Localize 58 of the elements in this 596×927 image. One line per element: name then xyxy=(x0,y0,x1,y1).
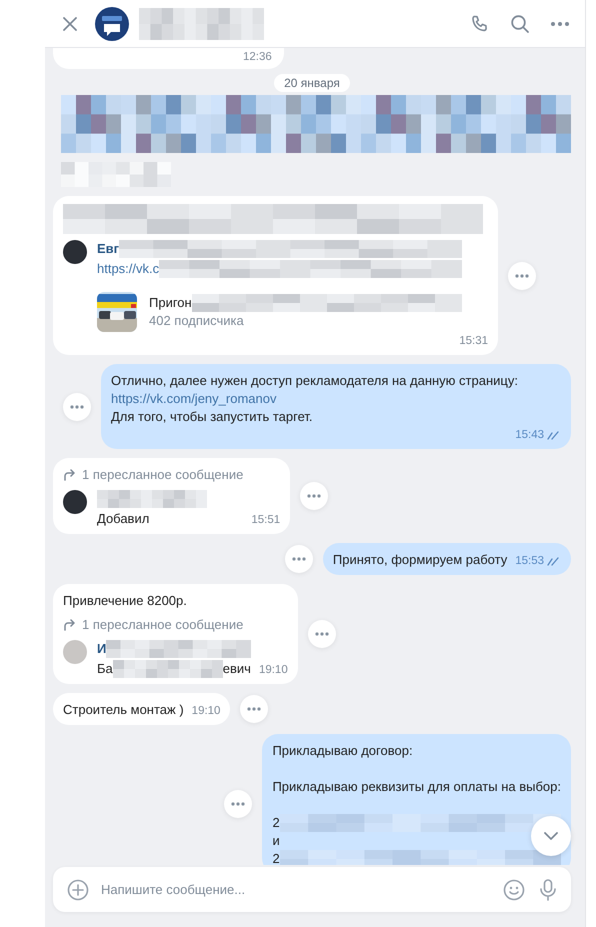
message-text: 2 xyxy=(272,850,280,865)
message-input-field[interactable]: Напишите сообщение... xyxy=(53,867,571,912)
smiley-icon xyxy=(503,878,525,900)
attach-button[interactable] xyxy=(65,876,91,902)
message-text: Прикладываю договор: xyxy=(272,742,413,760)
message-time: 19:10 xyxy=(258,663,288,678)
more-icon xyxy=(515,274,529,278)
message-text: Принято, формируем работу xyxy=(332,551,508,569)
message-actions-button[interactable] xyxy=(508,262,536,290)
message-actions-button[interactable] xyxy=(63,392,91,420)
message-actions-button[interactable] xyxy=(240,695,268,723)
forwarded-label: 1 пересланное сообщение xyxy=(82,466,244,484)
more-icon xyxy=(231,802,246,806)
message-actions-button[interactable] xyxy=(308,620,336,648)
microphone-icon xyxy=(539,878,557,900)
subscriber-count: 402 подписчика xyxy=(149,312,245,330)
message-text: Отлично, далее нужен доступ рекламодателя на данную страницу: xyxy=(111,372,518,390)
message-text: Привлечение 8200р. xyxy=(63,592,187,610)
message-time: 15:53 xyxy=(515,554,544,569)
chat-avatar-icon xyxy=(95,6,129,40)
message-time: 19:10 xyxy=(192,704,220,719)
message-time: 15:31 xyxy=(459,334,488,349)
emoji-button[interactable] xyxy=(501,876,527,902)
more-icon xyxy=(314,632,329,636)
group-name: Пригон xyxy=(149,294,192,312)
message-actions-button[interactable] xyxy=(284,545,313,573)
author-name: Евг xyxy=(97,240,120,258)
message-text: Для того, чтобы запустить таргет. xyxy=(111,408,312,426)
forward-arrow-icon xyxy=(63,469,76,481)
chevron-down-icon xyxy=(544,832,558,840)
search-icon xyxy=(510,14,530,34)
message-text: евич xyxy=(222,660,251,678)
message-actions-button[interactable] xyxy=(224,790,252,818)
link[interactable]: https://vk.com/jeny_romanov xyxy=(111,390,276,408)
more-icon xyxy=(247,707,262,711)
phone-icon xyxy=(470,14,490,34)
more-icon xyxy=(307,494,322,498)
message-text: Строитель монтаж ) xyxy=(63,701,184,719)
author-name: И xyxy=(97,640,106,658)
more-icon xyxy=(70,404,84,408)
forward-arrow-icon xyxy=(63,619,76,631)
message-text: Добавил xyxy=(97,510,150,528)
close-icon xyxy=(63,16,77,30)
message-text: 2 xyxy=(272,814,280,832)
message-text: и xyxy=(272,832,280,850)
message-time: 12:36 xyxy=(243,50,272,65)
date-label: 20 января xyxy=(274,74,350,92)
message-text: Ба xyxy=(97,660,113,678)
more-icon xyxy=(551,22,569,26)
plus-circle-icon xyxy=(67,878,89,900)
message-actions-button[interactable] xyxy=(300,482,328,510)
message-time: 15:51 xyxy=(251,513,280,528)
link[interactable]: https://vk.c xyxy=(97,260,160,278)
message-input[interactable]: Напишите сообщение... xyxy=(99,881,493,898)
message-time: 15:43 xyxy=(515,428,544,443)
more-icon xyxy=(292,557,306,561)
forwarded-label: 1 пересланное сообщение xyxy=(82,616,244,634)
message-text: Прикладываю реквизиты для оплаты на выбор: xyxy=(272,778,561,796)
